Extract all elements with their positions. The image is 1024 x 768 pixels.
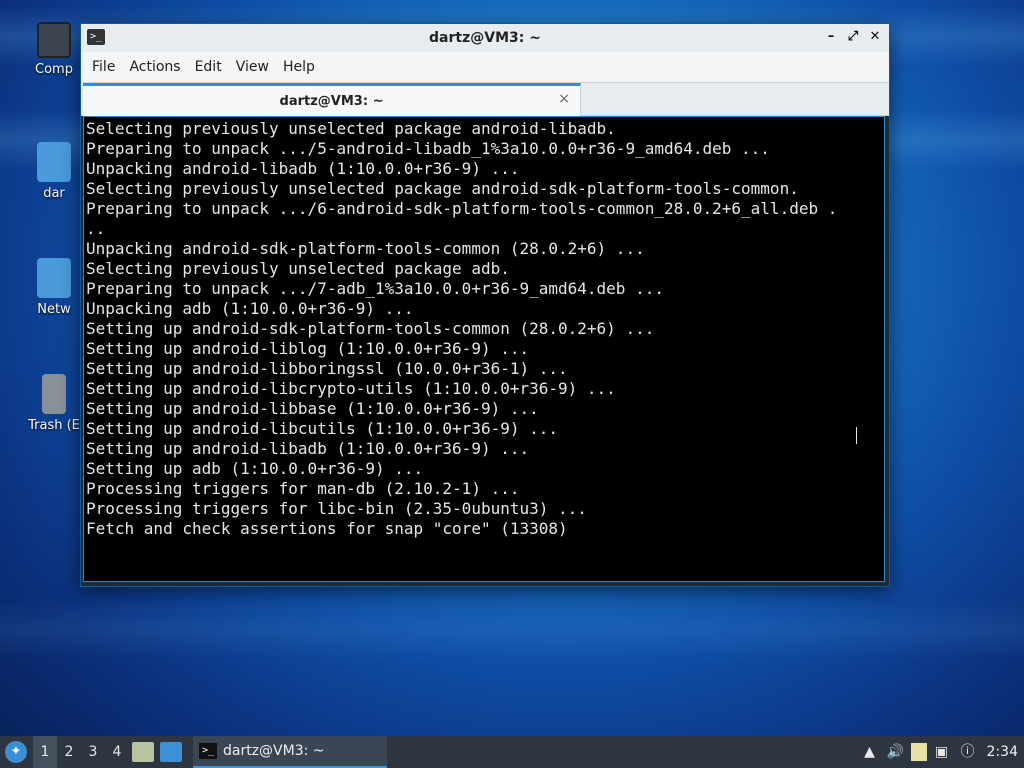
volume-icon[interactable]: 🔊 (885, 742, 907, 762)
workspace-4[interactable]: 4 (105, 736, 129, 768)
terminal-line: Selecting previously unselected package … (86, 119, 616, 138)
desktop-icon-home[interactable]: dar (24, 142, 84, 201)
terminal-icon: >_ (199, 743, 217, 759)
terminal-line: Unpacking adb (1:10.0.0+r36-9) ... (86, 299, 414, 318)
tab-close-icon[interactable]: × (558, 91, 570, 107)
workspace-3[interactable]: 3 (81, 736, 105, 768)
start-menu-button[interactable]: ✦ (5, 741, 27, 763)
terminal-line: Fetch and check assertions for snap "cor… (86, 519, 568, 538)
terminal-output[interactable]: Selecting previously unselected package … (83, 116, 885, 582)
workspace-1[interactable]: 1 (33, 736, 57, 768)
desktop-icon-network[interactable]: Netw (24, 258, 84, 317)
menu-actions[interactable]: Actions (122, 59, 187, 75)
terminal-line: Processing triggers for libc-bin (2.35-0… (86, 499, 587, 518)
window-controls: – ⤢ ✕ (823, 28, 883, 46)
minimize-button[interactable]: – (823, 28, 839, 46)
clock[interactable]: 2:34 (981, 744, 1024, 760)
menu-view[interactable]: View (229, 59, 276, 75)
desktop-ripple (0, 600, 1024, 660)
menu-file[interactable]: File (85, 59, 122, 75)
terminal-line: Preparing to unpack .../5-android-libadb… (86, 139, 770, 158)
text-cursor (856, 427, 857, 444)
menu-bar: File Actions Edit View Help (81, 52, 889, 83)
terminal-window[interactable]: >_ dartz@VM3: ~ – ⤢ ✕ File Actions Edit … (80, 23, 890, 587)
taskbar-task-terminal[interactable]: >_ dartz@VM3: ~ (193, 736, 387, 768)
task-label: dartz@VM3: ~ (223, 743, 325, 759)
taskbar: ✦ 1 2 3 4 >_ dartz@VM3: ~ ▲ 🔊 ▣ ⓘ 2:34 (0, 736, 1024, 768)
show-desktop-icon[interactable] (160, 742, 182, 762)
network-folder-icon (37, 258, 71, 298)
terminal-icon: >_ (87, 29, 105, 45)
terminal-line: Selecting previously unselected package … (86, 259, 510, 278)
clipboard-icon[interactable] (910, 743, 927, 761)
desktop-icon-trash[interactable]: Trash (E (24, 374, 84, 433)
network-icon[interactable]: ▣ (931, 742, 953, 762)
window-title: dartz@VM3: ~ (429, 30, 541, 46)
workspace-2[interactable]: 2 (57, 736, 81, 768)
terminal-line: Setting up adb (1:10.0.0+r36-9) ... (86, 459, 424, 478)
menu-edit[interactable]: Edit (188, 59, 229, 75)
terminal-line: Setting up android-libcutils (1:10.0.0+r… (86, 419, 559, 438)
system-tray: ▲ 🔊 ▣ ⓘ 2:34 (857, 736, 1024, 768)
terminal-line: .. (86, 219, 106, 238)
terminal-line: Processing triggers for man-db (2.10.2-1… (86, 479, 520, 498)
terminal-line: Setting up android-sdk-platform-tools-co… (86, 319, 655, 338)
close-button[interactable]: ✕ (867, 28, 883, 46)
desktop-icon-label: Netw (37, 302, 71, 317)
terminal-line: Setting up android-libboringssl (10.0.0+… (86, 359, 568, 378)
terminal-line: Setting up android-libbase (1:10.0.0+r36… (86, 399, 539, 418)
terminal-line: Unpacking android-sdk-platform-tools-com… (86, 239, 645, 258)
tab-terminal[interactable]: dartz@VM3: ~ × (83, 83, 581, 116)
menu-help[interactable]: Help (276, 59, 322, 75)
terminal-line: Setting up android-libcrypto-utils (1:10… (86, 379, 616, 398)
trash-icon (42, 374, 66, 414)
file-manager-icon[interactable] (132, 742, 154, 762)
computer-icon (37, 22, 71, 58)
maximize-button[interactable]: ⤢ (845, 28, 861, 46)
notification-icon[interactable]: ⓘ (957, 742, 979, 762)
terminal-line: Unpacking android-libadb (1:10.0.0+r36-9… (86, 159, 520, 178)
terminal-line: Selecting previously unselected package … (86, 179, 799, 198)
terminal-line: Preparing to unpack .../7-adb_1%3a10.0.0… (86, 279, 664, 298)
desktop-icon-label: Trash (E (28, 418, 80, 433)
terminal-line: Setting up android-libadb (1:10.0.0+r36-… (86, 439, 530, 458)
tab-label: dartz@VM3: ~ (279, 93, 384, 109)
window-titlebar[interactable]: >_ dartz@VM3: ~ – ⤢ ✕ (81, 24, 889, 52)
terminal-line: Preparing to unpack .../6-android-sdk-pl… (86, 199, 838, 218)
tab-bar: dartz@VM3: ~ × (81, 83, 889, 116)
terminal-line: Setting up android-liblog (1:10.0.0+r36-… (86, 339, 530, 358)
home-folder-icon (37, 142, 71, 182)
update-icon[interactable]: ▲ (859, 742, 881, 762)
desktop-icon-computer[interactable]: Comp (24, 22, 84, 77)
desktop-icon-label: Comp (35, 62, 73, 77)
desktop-icon-label: dar (43, 186, 65, 201)
